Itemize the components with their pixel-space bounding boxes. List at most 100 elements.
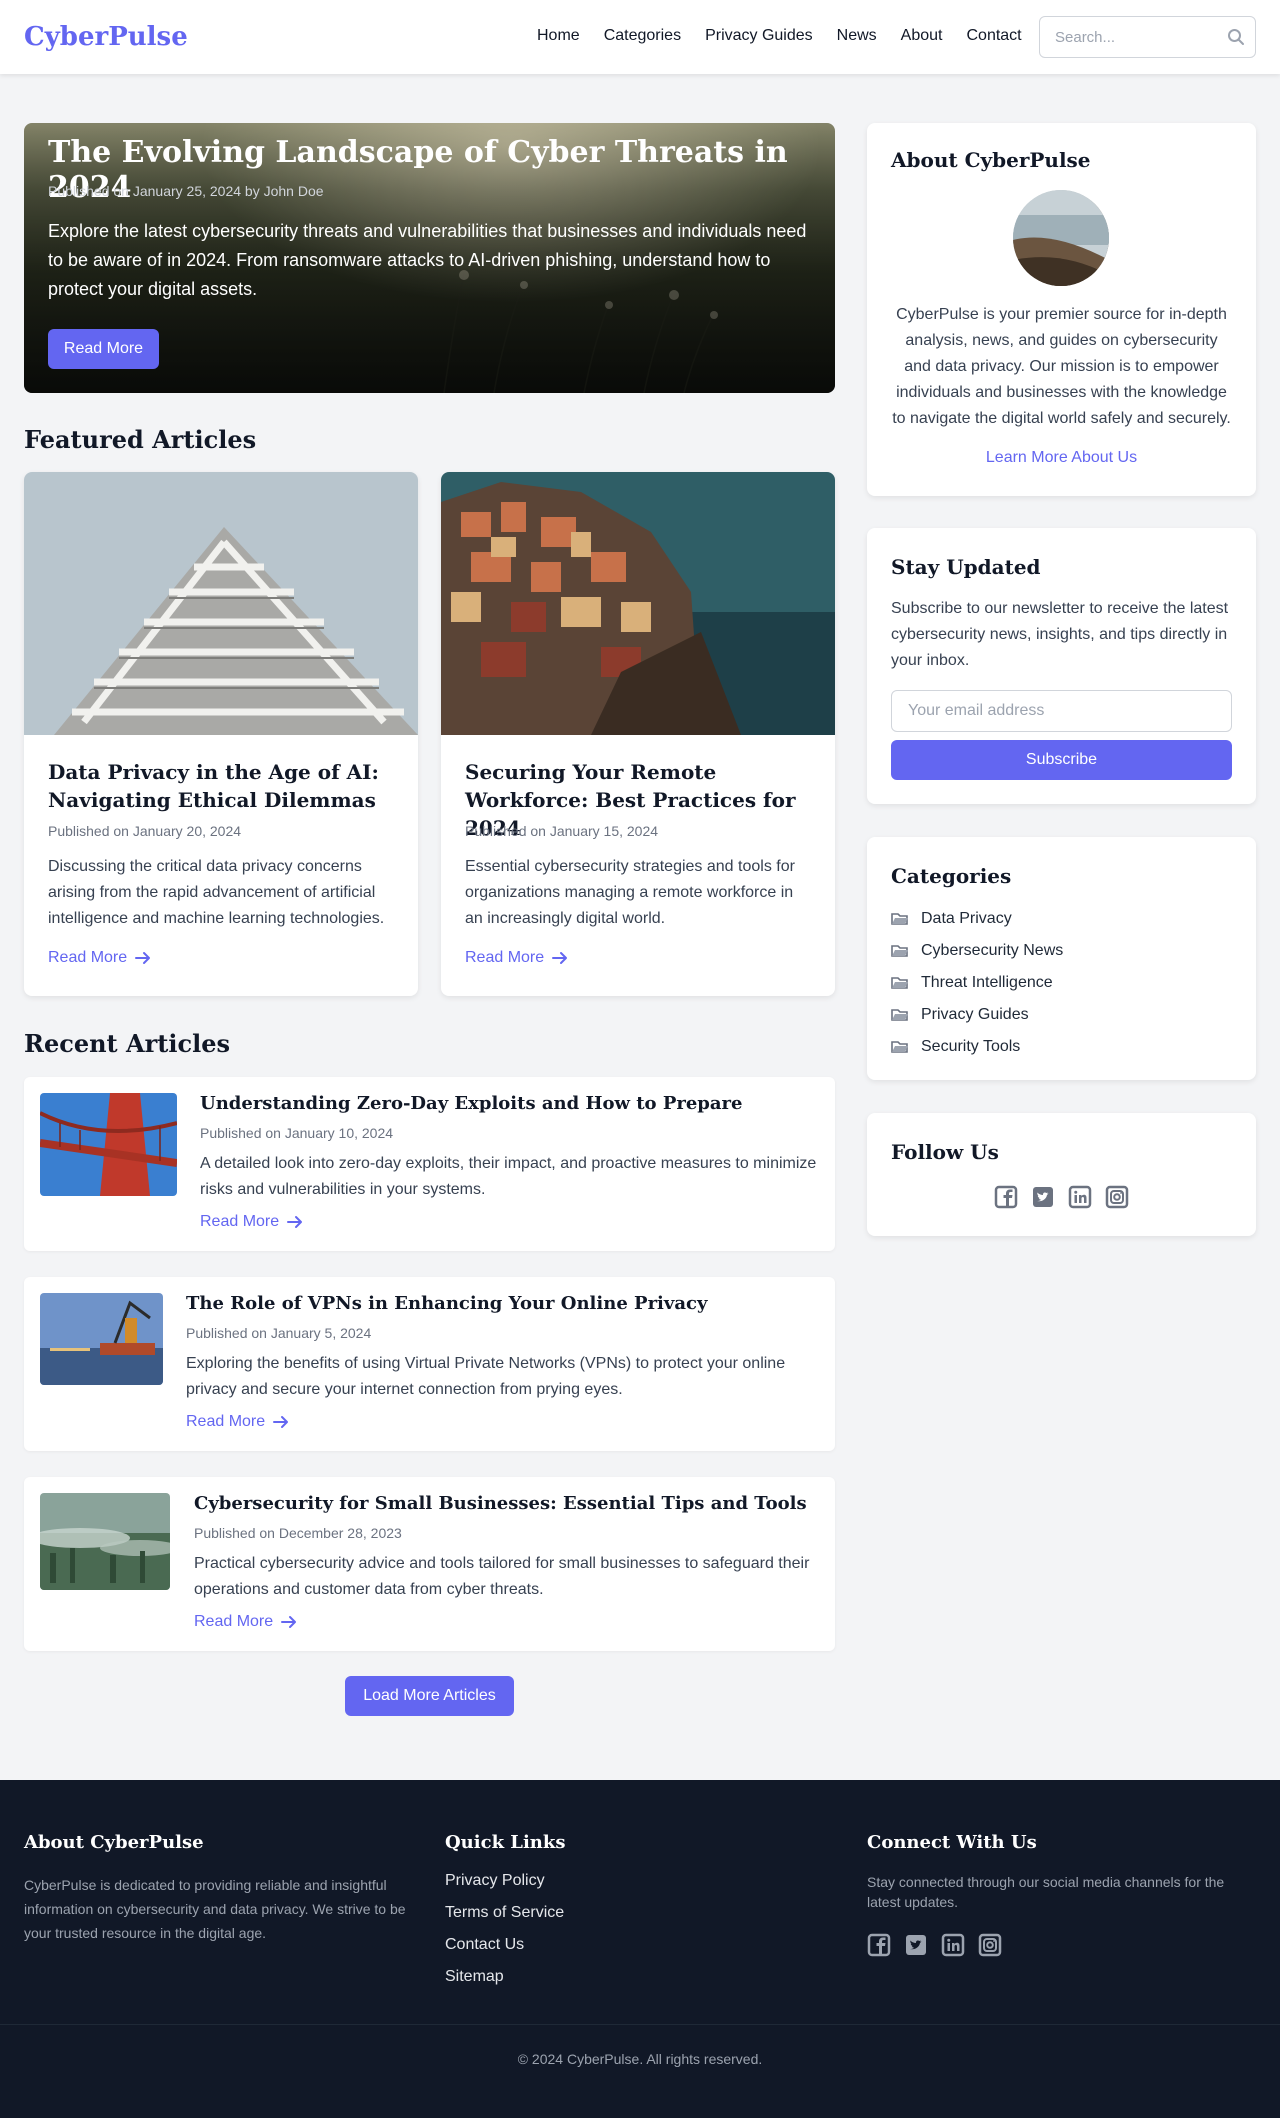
folder-icon xyxy=(891,913,908,925)
arrow-right-icon xyxy=(273,1416,289,1428)
nav-privacy-guides[interactable]: Privacy Guides xyxy=(705,27,813,45)
recent-read-more-link[interactable]: Read More xyxy=(186,1413,289,1431)
instagram-icon[interactable] xyxy=(978,1933,1002,1957)
folder-icon xyxy=(891,977,908,989)
recent-meta: Published on January 10, 2024 xyxy=(200,1125,394,1141)
featured-heading: Featured Articles xyxy=(24,425,257,454)
read-more-label: Read More xyxy=(200,1213,280,1230)
email-field[interactable] xyxy=(891,690,1232,732)
category-label: Security Tools xyxy=(921,1038,1021,1055)
folder-icon xyxy=(891,1041,908,1053)
footer-social-links xyxy=(867,1933,1002,1957)
read-more-label: Read More xyxy=(186,1413,266,1430)
subscribe-button[interactable]: Subscribe xyxy=(891,740,1232,780)
recent-article-card: Understanding Zero-Day Exploits and How … xyxy=(24,1077,835,1251)
instagram-icon[interactable] xyxy=(1105,1185,1129,1209)
footer-connect-title: Connect With Us xyxy=(867,1832,1037,1853)
hero-meta: Published on January 25, 2024 by John Do… xyxy=(48,183,324,199)
read-more-label: Read More xyxy=(465,949,545,966)
category-item-cybersecurity-news[interactable]: Cybersecurity News xyxy=(891,935,1063,967)
featured-meta: Published on January 15, 2024 xyxy=(465,823,659,839)
load-more-button[interactable]: Load More Articles xyxy=(345,1676,514,1716)
nav-home[interactable]: Home xyxy=(537,27,580,45)
search-input[interactable] xyxy=(1055,17,1225,57)
folder-icon xyxy=(891,945,908,957)
nav-news[interactable]: News xyxy=(837,27,877,45)
arrow-right-icon xyxy=(287,1216,303,1228)
featured-meta: Published on January 20, 2024 xyxy=(48,823,242,839)
hero-read-more-button[interactable]: Read More xyxy=(48,329,159,369)
featured-image-coastal-town[interactable] xyxy=(441,472,835,735)
footer-link-sitemap[interactable]: Sitemap xyxy=(445,1968,564,2000)
recent-title[interactable]: Understanding Zero-Day Exploits and How … xyxy=(200,1093,742,1114)
recent-article-card: The Role of VPNs in Enhancing Your Onlin… xyxy=(24,1277,835,1451)
recent-description: Exploring the benefits of using Virtual … xyxy=(186,1355,786,1398)
follow-widget: Follow Us xyxy=(867,1113,1256,1236)
arrow-right-icon xyxy=(281,1616,297,1628)
category-label: Data Privacy xyxy=(921,910,1012,927)
category-item-threat-intelligence[interactable]: Threat Intelligence xyxy=(891,967,1063,999)
categories-widget: Categories Data Privacy Cybersecurity Ne… xyxy=(867,837,1256,1080)
featured-title[interactable]: Data Privacy in the Age of AI: Navigatin… xyxy=(48,758,398,814)
category-label: Threat Intelligence xyxy=(921,974,1053,991)
footer-connect-text: Stay connected through our social media … xyxy=(867,1874,1225,1910)
read-more-label: Read More xyxy=(48,949,128,966)
newsletter-title: Stay Updated xyxy=(891,555,1041,579)
nav-categories[interactable]: Categories xyxy=(604,27,681,45)
linkedin-icon[interactable] xyxy=(1068,1185,1092,1209)
site-header: CyberPulse Home Categories Privacy Guide… xyxy=(0,0,1280,74)
footer-link-contact[interactable]: Contact Us xyxy=(445,1936,564,1968)
learn-more-link[interactable]: Learn More About Us xyxy=(867,449,1256,467)
linkedin-icon[interactable] xyxy=(941,1933,965,1957)
recent-read-more-link[interactable]: Read More xyxy=(200,1213,303,1231)
featured-read-more-link[interactable]: Read More xyxy=(465,949,568,967)
read-more-label: Read More xyxy=(194,1613,274,1630)
recent-meta: Published on December 28, 2023 xyxy=(194,1525,402,1541)
about-description: CyberPulse is your premier source for in… xyxy=(892,306,1231,427)
facebook-icon[interactable] xyxy=(867,1933,891,1957)
twitter-icon[interactable] xyxy=(1031,1185,1055,1209)
recent-thumbnail-bridge[interactable] xyxy=(40,1093,177,1196)
footer-about-text: CyberPulse is dedicated to providing rel… xyxy=(24,1877,406,1941)
arrow-right-icon xyxy=(135,952,151,964)
category-item-security-tools[interactable]: Security Tools xyxy=(891,1031,1063,1063)
recent-thumbnail-landscape[interactable] xyxy=(40,1493,170,1590)
facebook-icon[interactable] xyxy=(994,1185,1018,1209)
newsletter-description: Subscribe to our newsletter to receive t… xyxy=(891,600,1229,669)
about-avatar xyxy=(1013,190,1109,286)
nav-contact[interactable]: Contact xyxy=(966,27,1021,45)
footer-link-privacy-policy[interactable]: Privacy Policy xyxy=(445,1872,564,1904)
category-item-data-privacy[interactable]: Data Privacy xyxy=(891,903,1063,935)
recent-title[interactable]: The Role of VPNs in Enhancing Your Onlin… xyxy=(186,1293,707,1314)
search-box xyxy=(1039,16,1256,58)
search-icon[interactable] xyxy=(1227,28,1245,51)
category-item-privacy-guides[interactable]: Privacy Guides xyxy=(891,999,1063,1031)
category-list: Data Privacy Cybersecurity News Threat I… xyxy=(891,903,1063,1063)
folder-icon xyxy=(891,1009,908,1021)
footer-about-title: About CyberPulse xyxy=(24,1832,204,1853)
category-label: Privacy Guides xyxy=(921,1006,1029,1023)
recent-thumbnail-harbor[interactable] xyxy=(40,1293,163,1385)
main-nav: Home Categories Privacy Guides News Abou… xyxy=(537,27,1022,45)
site-footer: About CyberPulse CyberPulse is dedicated… xyxy=(0,1780,1280,2118)
featured-card: Securing Your Remote Workforce: Best Pra… xyxy=(441,472,835,996)
category-label: Cybersecurity News xyxy=(921,942,1064,959)
footer-link-terms[interactable]: Terms of Service xyxy=(445,1904,564,1936)
recent-read-more-link[interactable]: Read More xyxy=(194,1613,297,1631)
hero-banner: The Evolving Landscape of Cyber Threats … xyxy=(24,123,835,393)
about-widget: About CyberPulse CyberPulse is your prem… xyxy=(867,123,1256,496)
recent-description: A detailed look into zero-day exploits, … xyxy=(200,1155,817,1198)
newsletter-widget: Stay Updated Subscribe to our newsletter… xyxy=(867,528,1256,804)
brand-logo[interactable]: CyberPulse xyxy=(24,22,188,52)
nav-about[interactable]: About xyxy=(901,27,943,45)
recent-article-card: Cybersecurity for Small Businesses: Esse… xyxy=(24,1477,835,1651)
footer-links-title: Quick Links xyxy=(445,1832,566,1853)
twitter-icon[interactable] xyxy=(904,1933,928,1957)
follow-title: Follow Us xyxy=(891,1140,999,1164)
featured-read-more-link[interactable]: Read More xyxy=(48,949,151,967)
recent-description: Practical cybersecurity advice and tools… xyxy=(194,1555,810,1598)
arrow-right-icon xyxy=(552,952,568,964)
featured-image-architecture[interactable] xyxy=(24,472,418,735)
recent-title[interactable]: Cybersecurity for Small Businesses: Esse… xyxy=(194,1493,807,1514)
hero-description: Explore the latest cybersecurity threats… xyxy=(48,221,807,299)
